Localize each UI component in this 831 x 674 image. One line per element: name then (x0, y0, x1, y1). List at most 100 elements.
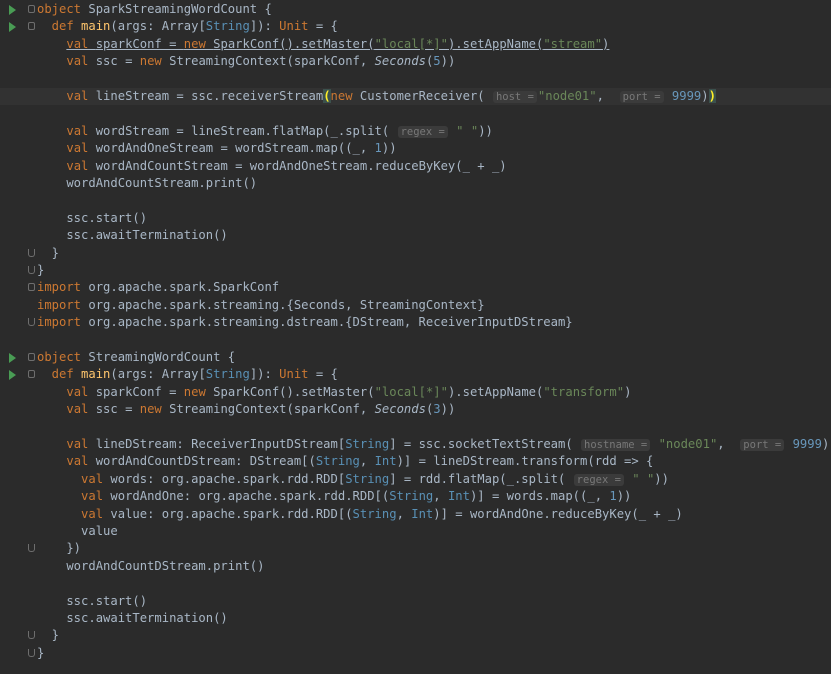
code-line[interactable] (0, 575, 831, 592)
code-line[interactable]: }) (0, 540, 831, 557)
code-line[interactable] (0, 332, 831, 349)
parameter-hint: regex = (397, 125, 448, 138)
code-line[interactable]: val ssc = new StreamingContext(sparkConf… (0, 401, 831, 418)
code-text: } (37, 645, 44, 662)
run-icon[interactable] (9, 5, 16, 15)
code-token: Int (374, 454, 397, 469)
code-token: } (37, 245, 60, 260)
code-text: ssc.awaitTermination() (37, 227, 227, 244)
code-token: ssc.start() (37, 210, 148, 225)
code-line[interactable]: } (0, 645, 831, 662)
code-line[interactable]: val wordAndOneStream = wordStream.map((_… (0, 140, 831, 157)
code-text: value (37, 523, 118, 540)
code-token: val (66, 384, 96, 399)
code-token: 3 (433, 402, 441, 417)
run-icon[interactable] (9, 370, 16, 381)
code-line[interactable] (0, 192, 831, 209)
code-line[interactable]: val lineStream = ssc.receiverStream(new … (0, 88, 831, 106)
code-line[interactable]: ssc.start() (0, 210, 831, 227)
code-line[interactable]: ssc.awaitTermination() (0, 610, 831, 627)
code-token: } (37, 628, 60, 643)
code-token: ]): (249, 367, 280, 382)
code-line[interactable] (0, 419, 831, 436)
code-text: val lineStream = ssc.receiverStream(new … (37, 88, 716, 105)
parameter-hint: host = (492, 91, 537, 103)
code-line[interactable]: val value: org.apache.spark.rdd.RDD[(Str… (0, 506, 831, 523)
code-line[interactable]: object SparkStreamingWordCount { (0, 1, 831, 18)
code-text: val sparkConf = new SparkConf().setMaste… (37, 384, 631, 401)
code-token: SparkConf().setMaster( (213, 36, 375, 51)
code-token: val (81, 506, 111, 521)
code-token: )) (478, 123, 493, 138)
code-line[interactable]: value (0, 523, 831, 540)
code-token: " " (632, 471, 655, 486)
code-line[interactable] (0, 105, 831, 122)
code-line[interactable]: def main(args: Array[String]): Unit = { (0, 18, 831, 35)
code-token: ) (624, 384, 632, 399)
code-line[interactable]: import org.apache.spark.streaming.dstrea… (0, 314, 831, 331)
code-token: import (37, 280, 89, 295)
code-token: new (139, 402, 170, 417)
fold-icon[interactable] (28, 22, 35, 31)
code-token: StreamingWordCount { (88, 350, 236, 364)
run-icon[interactable] (9, 22, 16, 33)
code-token: object (37, 2, 89, 16)
code-editor[interactable]: object SparkStreamingWordCount { def mai… (0, 0, 831, 674)
code-line[interactable]: wordAndCountDStream.print() (0, 558, 831, 575)
run-icon[interactable] (9, 353, 16, 363)
code-line[interactable]: ssc.start() (0, 593, 831, 610)
fold-icon[interactable] (28, 283, 35, 292)
code-line[interactable]: } (0, 245, 831, 262)
code-line[interactable]: ssc.awaitTermination() (0, 227, 831, 244)
code-line[interactable]: val sparkConf = new SparkConf().setMaste… (0, 384, 831, 401)
code-line[interactable] (0, 71, 831, 88)
fold-icon[interactable] (28, 5, 35, 13)
code-line[interactable]: import org.apache.spark.streaming.{Secon… (0, 297, 831, 314)
fold-icon[interactable] (28, 248, 35, 257)
code-text: import org.apache.spark.streaming.{Secon… (37, 297, 485, 314)
fold-icon[interactable] (28, 370, 35, 379)
code-line[interactable]: } (0, 627, 831, 644)
code-line[interactable]: } (0, 262, 831, 279)
code-text: val wordAndOneStream = wordStream.map((_… (37, 140, 396, 157)
code-token: org.apache.spark.streaming.dstream.{DStr… (88, 315, 573, 330)
fold-icon[interactable] (28, 544, 35, 553)
fold-icon[interactable] (28, 318, 35, 327)
code-token: "local[*]" (374, 36, 448, 51)
code-token: val (66, 54, 96, 69)
code-line[interactable]: def main(args: Array[String]): Unit = { (0, 366, 831, 383)
code-token: import (37, 315, 89, 330)
code-line[interactable]: val ssc = new StreamingContext(sparkConf… (0, 53, 831, 70)
code-line[interactable]: val words: org.apache.spark.rdd.RDD[Stri… (0, 471, 831, 488)
code-line[interactable]: val wordStream = lineStream.flatMap(_.sp… (0, 123, 831, 140)
code-line[interactable]: val lineDStream: ReceiverInputDStream[St… (0, 436, 831, 453)
code-token: val (81, 471, 111, 486)
code-token: ssc.start() (37, 593, 148, 608)
code-token: StreamingContext(sparkConf, (169, 54, 375, 69)
code-token: ) (708, 89, 716, 103)
code-line[interactable]: val wordAndCountDStream: DStream[(String… (0, 453, 831, 470)
code-text: ssc.start() (37, 210, 147, 227)
code-line[interactable]: wordAndCountStream.print() (0, 175, 831, 192)
code-line[interactable]: val sparkConf = new SparkConf().setMaste… (0, 36, 831, 53)
code-token: "transform" (543, 384, 625, 399)
code-token: wordAndCountDStream.print() (37, 558, 265, 573)
fold-icon[interactable] (28, 353, 35, 361)
code-line[interactable]: val wordAndCountStream = wordAndOneStrea… (0, 158, 831, 175)
fold-icon[interactable] (28, 631, 35, 640)
fold-icon[interactable] (28, 266, 35, 274)
code-token: 5 (433, 54, 441, 69)
code-token: String (352, 506, 397, 521)
code-line[interactable]: import org.apache.spark.SparkConf (0, 279, 831, 296)
code-line[interactable]: object StreamingWordCount { (0, 349, 831, 366)
code-token: = { (308, 367, 338, 382)
code-token: import (37, 297, 89, 312)
code-token: (args: Array[ (110, 367, 206, 382)
fold-icon[interactable] (28, 648, 35, 657)
code-line[interactable]: val wordAndOne: org.apache.spark.rdd.RDD… (0, 488, 831, 505)
code-token: object (37, 350, 89, 364)
code-token: sparkConf = (95, 36, 184, 51)
